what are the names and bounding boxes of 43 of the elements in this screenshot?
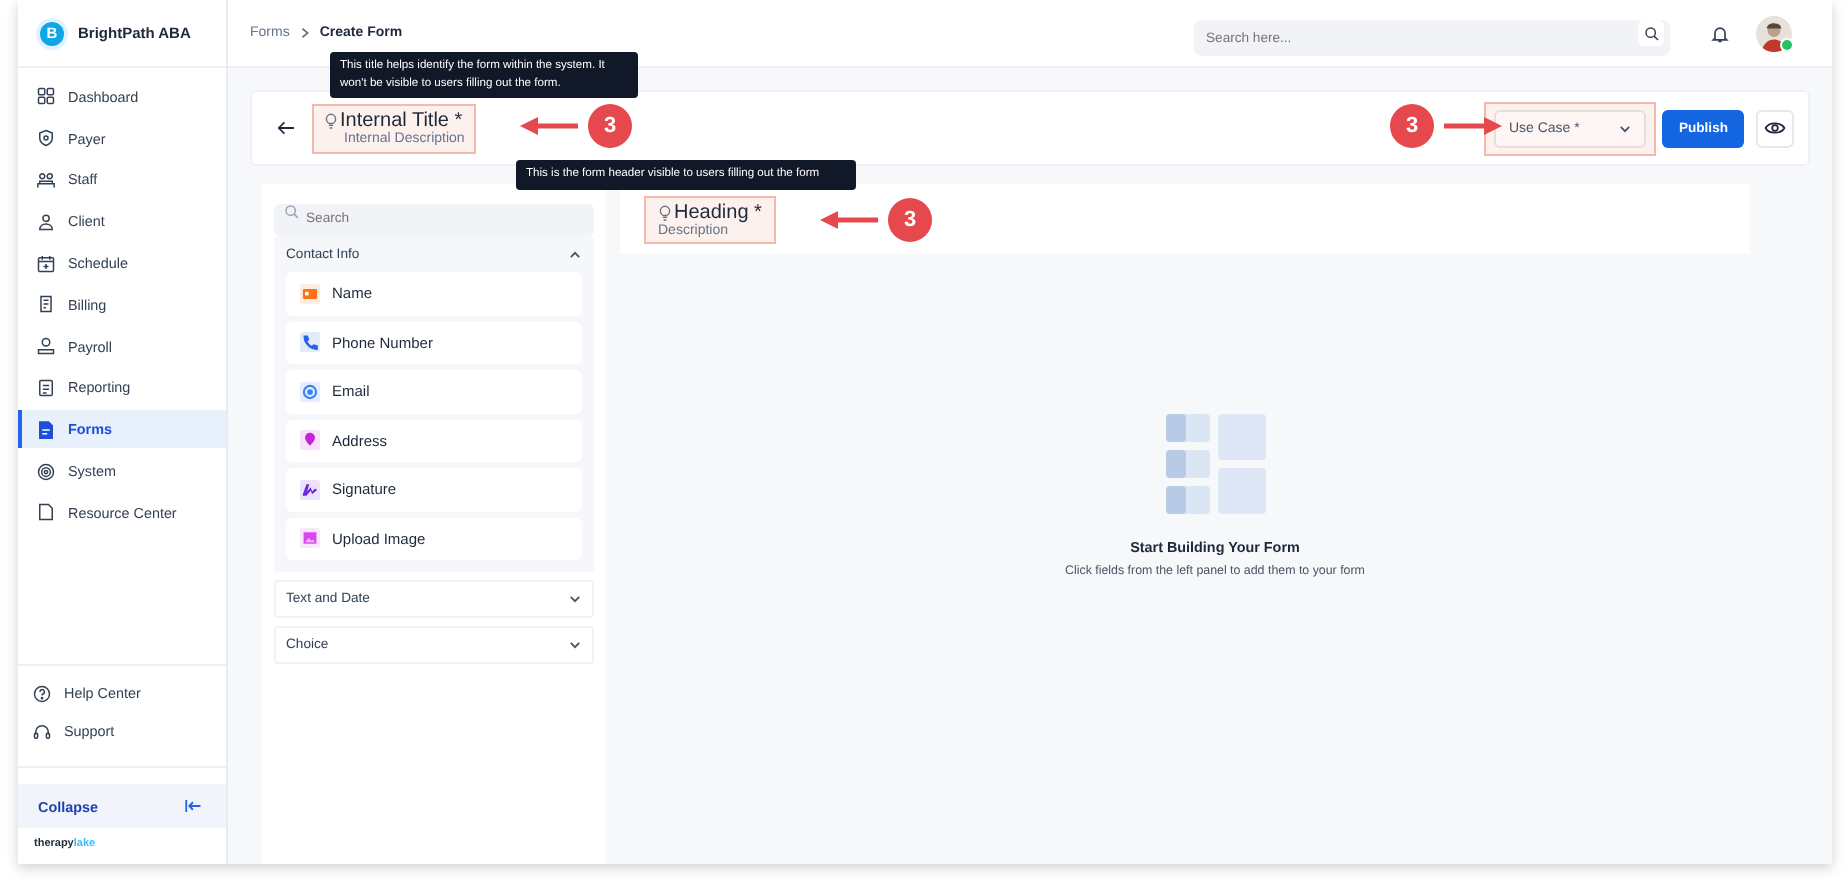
search-button[interactable]	[1638, 20, 1664, 46]
report-icon	[36, 377, 56, 398]
eye-icon	[1764, 120, 1786, 136]
search-icon	[284, 204, 300, 220]
receipt-icon	[36, 294, 56, 315]
people-icon	[36, 169, 56, 190]
at-sign-icon	[300, 381, 320, 402]
annotation-arrow	[818, 210, 878, 230]
back-arrow-icon[interactable]	[276, 120, 296, 136]
chevron-down-icon[interactable]	[568, 592, 582, 606]
preview-button[interactable]	[1756, 109, 1794, 147]
chevron-down-icon	[1618, 121, 1633, 135]
folder-icon	[36, 502, 56, 523]
grid-icon	[36, 86, 56, 107]
signature-icon	[300, 479, 320, 500]
annotation-arrow	[1444, 116, 1504, 136]
collapse-icon	[184, 798, 202, 814]
chevron-down-icon[interactable]	[568, 638, 582, 652]
search-icon	[1643, 25, 1659, 41]
phone-icon	[300, 332, 320, 353]
step-badge: 3	[888, 198, 932, 242]
bell-icon[interactable]	[1710, 23, 1730, 43]
user-avatar[interactable]	[1756, 15, 1792, 51]
id-card-icon	[300, 283, 320, 304]
annotation-arrow	[518, 116, 578, 136]
headset-icon	[32, 721, 52, 742]
form-heading: Heading *	[674, 201, 762, 223]
calendar-icon	[36, 253, 56, 274]
person-icon	[36, 211, 56, 232]
step-badge: 3	[1390, 104, 1434, 148]
document-icon	[36, 419, 56, 440]
lightbulb-icon	[658, 203, 672, 221]
payroll-icon	[36, 336, 56, 357]
internal-title: Internal Title *	[340, 109, 463, 131]
help-icon	[32, 683, 52, 704]
chevron-right-icon	[297, 26, 312, 40]
step-badge: 3	[588, 104, 632, 148]
shield-icon	[36, 128, 56, 149]
lightbulb-icon	[324, 111, 338, 129]
chevron-up-icon[interactable]	[568, 248, 582, 262]
location-pin-icon	[300, 430, 320, 451]
image-icon	[300, 528, 320, 549]
layout-blocks-icon	[1165, 414, 1265, 514]
